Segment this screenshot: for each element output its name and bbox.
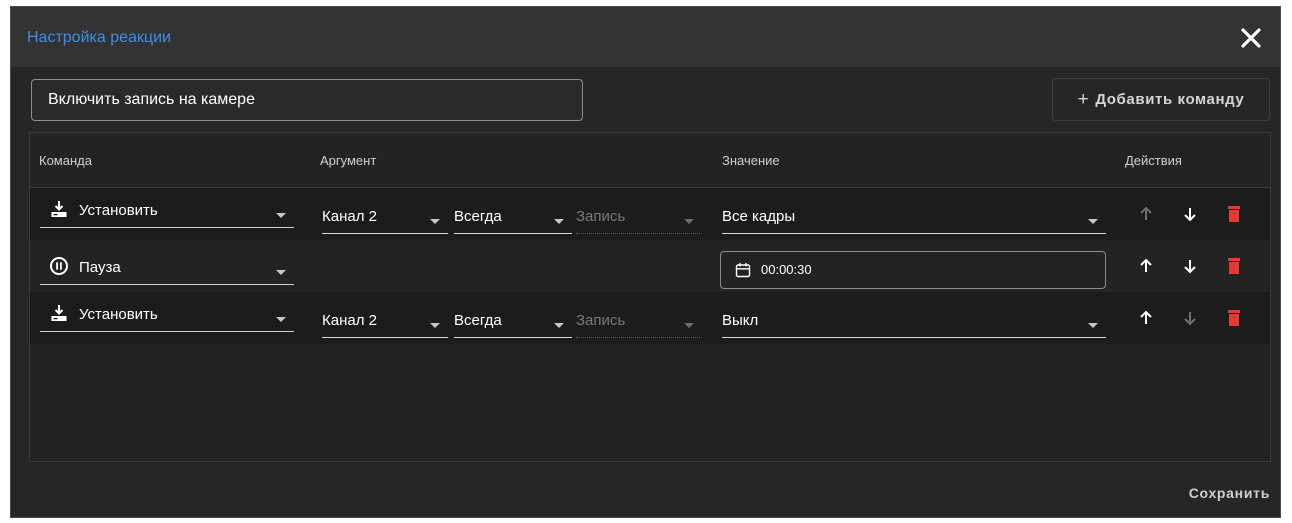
command-select[interactable]: Установить	[40, 305, 294, 332]
dialog-title: Настройка реакции	[27, 29, 171, 46]
value-text: Выкл	[722, 312, 759, 329]
delete-icon[interactable]	[1224, 256, 1244, 276]
channel-select[interactable]: Канал 2	[322, 311, 448, 338]
mode-value: Всегда	[454, 208, 502, 225]
table-header: Команда Аргумент Значение Действия	[30, 133, 1270, 188]
chevron-down-icon	[1088, 323, 1098, 328]
chevron-down-icon	[430, 323, 440, 328]
chevron-down-icon	[430, 219, 440, 224]
chevron-down-icon	[276, 317, 286, 322]
channel-value: Канал 2	[322, 208, 377, 225]
commands-table: Команда Аргумент Значение Действия Устан…	[29, 132, 1271, 462]
value-select[interactable]: Выкл	[722, 311, 1106, 338]
command-select[interactable]: Установить	[40, 201, 294, 228]
move-down-icon[interactable]	[1180, 256, 1200, 276]
header-argument: Аргумент	[320, 153, 377, 168]
chevron-down-icon	[1088, 219, 1098, 224]
value-text: Все кадры	[722, 208, 796, 225]
mode-select[interactable]: Всегда	[454, 311, 572, 338]
channel-select[interactable]: Канал 2	[322, 207, 448, 234]
channel-value: Канал 2	[322, 312, 377, 329]
chevron-down-icon	[276, 213, 286, 218]
chevron-down-icon	[684, 323, 694, 328]
target-value: Запись	[576, 208, 626, 225]
chevron-down-icon	[554, 323, 564, 328]
command-label: Пауза	[79, 259, 121, 276]
add-command-label: Добавить команду	[1095, 91, 1245, 108]
chevron-down-icon	[684, 219, 694, 224]
plus-icon: +	[1077, 88, 1090, 110]
reaction-settings-dialog: Настройка реакции Включить запись на кам…	[10, 6, 1281, 518]
mode-select[interactable]: Всегда	[454, 207, 572, 234]
move-up-icon[interactable]	[1136, 308, 1156, 328]
pause-circle-icon	[50, 257, 68, 275]
chevron-down-icon	[554, 219, 564, 224]
pause-duration-input[interactable]: 00:00:30	[720, 251, 1106, 289]
calendar-icon	[735, 263, 751, 278]
command-label: Установить	[79, 306, 158, 323]
move-up-icon[interactable]	[1136, 204, 1156, 224]
target-value: Запись	[576, 312, 626, 329]
add-command-button[interactable]: + Добавить команду	[1052, 78, 1270, 121]
header-command: Команда	[39, 153, 92, 168]
header-actions: Действия	[1125, 153, 1182, 168]
move-down-icon[interactable]	[1180, 204, 1200, 224]
command-label: Установить	[79, 202, 158, 219]
command-select[interactable]: Пауза	[40, 257, 294, 285]
delete-icon[interactable]	[1224, 204, 1244, 224]
chevron-down-icon	[276, 270, 286, 275]
table-row: Установить Канал 2 Всегда Запись Все кад…	[30, 188, 1270, 240]
value-select[interactable]: Все кадры	[722, 207, 1106, 234]
dialog-titlebar: Настройка реакции	[11, 7, 1280, 67]
pause-duration-value: 00:00:30	[761, 262, 812, 277]
reaction-name-input[interactable]: Включить запись на камере	[31, 79, 583, 121]
table-row: Установить Канал 2 Всегда Запись Выкл	[30, 292, 1270, 344]
download-tray-icon	[51, 201, 67, 217]
target-select[interactable]: Запись	[576, 311, 702, 338]
mode-value: Всегда	[454, 312, 502, 329]
move-down-icon[interactable]	[1180, 308, 1200, 328]
download-tray-icon	[51, 305, 67, 321]
close-icon[interactable]	[1238, 25, 1264, 51]
delete-icon[interactable]	[1224, 308, 1244, 328]
table-row: Пауза 00:00:30	[30, 240, 1270, 292]
header-value: Значение	[722, 153, 780, 168]
move-up-icon[interactable]	[1136, 256, 1156, 276]
save-button[interactable]: Сохранить	[1189, 485, 1270, 501]
target-select[interactable]: Запись	[576, 207, 702, 234]
